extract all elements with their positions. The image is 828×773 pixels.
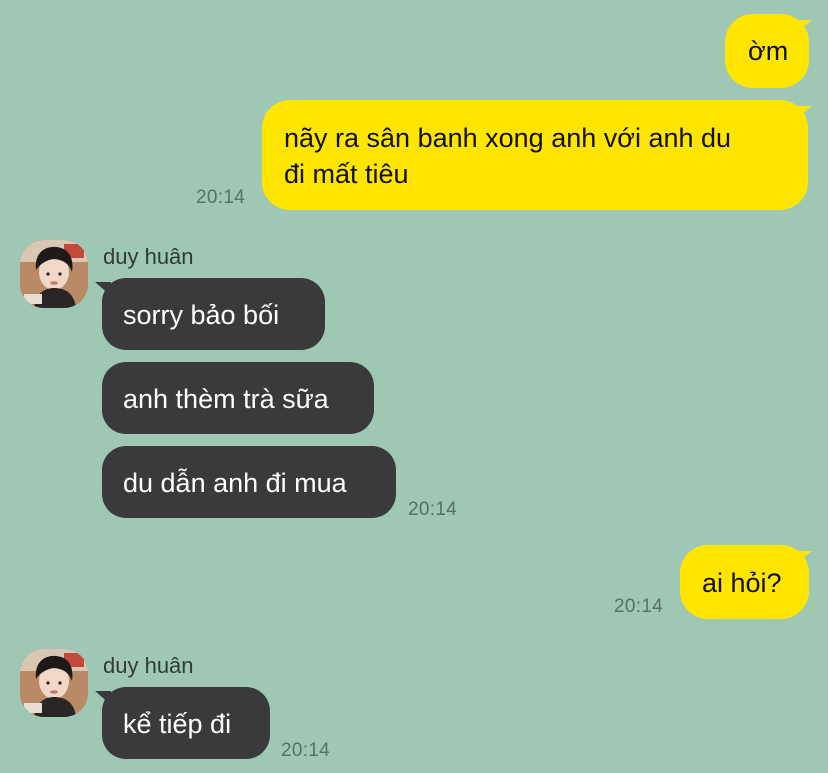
message-text: kể tiếp đi [123,709,232,739]
message-timestamp: 20:14 [408,499,458,520]
incoming-message[interactable]: kể tiếp đi [102,687,270,759]
message-text: du dẫn anh đi mua [123,468,347,498]
message-text: nãy ra sân banh xong anh với anh du [284,123,732,153]
outgoing-message[interactable]: nãy ra sân banh xong anh với anh du đi m… [262,100,808,210]
message-text: ờm [748,36,789,66]
profile-photo-avatar [20,240,88,308]
avatar[interactable] [20,240,88,308]
incoming-message[interactable]: anh thèm trà sữa [102,362,374,434]
message-text: sorry bảo bối [123,300,280,330]
message-timestamp: 20:14 [196,187,246,208]
sender-name: duy huân [103,653,194,678]
message-text: đi mất tiêu [284,159,409,189]
message-timestamp: 20:14 [614,596,664,617]
outgoing-message[interactable]: ờm [725,14,809,88]
outgoing-message[interactable]: ai hỏi? [680,545,809,619]
message-timestamp: 20:14 [281,740,331,761]
avatar[interactable] [20,649,88,717]
profile-photo-avatar [20,649,88,717]
message-text: anh thèm trà sữa [123,384,329,414]
sender-name: duy huân [103,244,194,269]
message-text: ai hỏi? [702,568,782,598]
chat-thread: ờm nãy ra sân banh xong anh với anh du đ… [0,0,828,773]
incoming-message[interactable]: sorry bảo bối [102,278,325,350]
incoming-message[interactable]: du dẫn anh đi mua [102,446,396,518]
